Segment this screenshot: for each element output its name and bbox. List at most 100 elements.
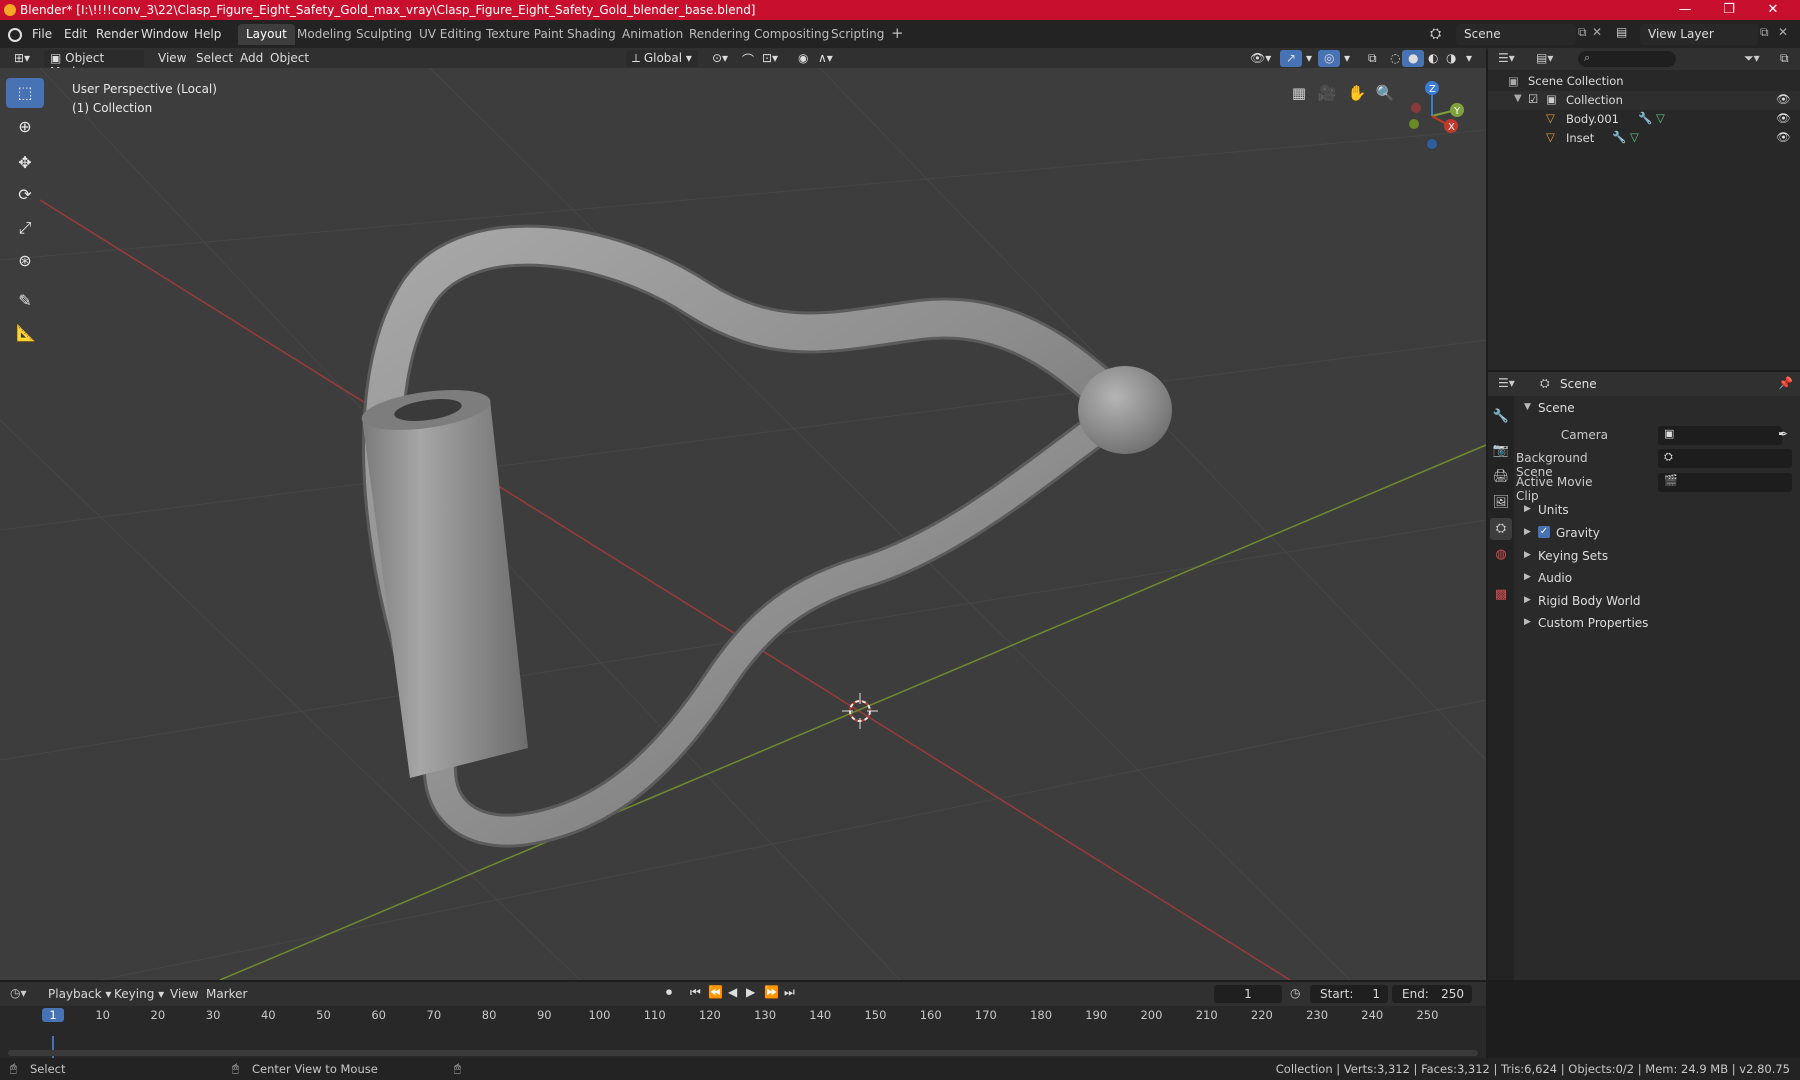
start-frame-field[interactable]: Start: 1 [1310,985,1388,1003]
snap-target-icon[interactable]: ⊡▾ [756,50,784,67]
outliner-row-collection[interactable]: ▼ ☑ ▣ Collection 👁 [1488,91,1800,110]
modifier-wrench-icon[interactable]: 🔧 [1612,130,1626,144]
editor-type-icon[interactable]: ⊞▾ [8,50,36,67]
end-frame-field[interactable]: End: 250 [1392,985,1472,1003]
close-button[interactable]: ✕ [1752,0,1794,20]
zoom-icon[interactable]: 🔍 [1374,82,1396,104]
gizmo-dropdown-icon[interactable]: ▾ [1300,50,1318,67]
filter-icon[interactable]: ⏷▾ [1744,51,1760,66]
new-scene-icon[interactable]: ⧉ [1578,25,1587,40]
outliner-row-body[interactable]: ▽ Body.001 🔧 ▽ 👁 [1488,110,1800,129]
minimize-button[interactable]: — [1664,0,1706,20]
scene-selector[interactable]: Scene [1456,24,1576,45]
selectability-visibility-icon[interactable]: 👁▾ [1244,50,1277,67]
select-box-tool[interactable]: ⬚ [6,78,44,108]
tab-texture-paint[interactable]: Texture Paint [478,24,571,45]
scale-tool[interactable]: ⤢ [6,213,44,243]
jump-end-icon[interactable]: ⏭ [784,985,795,1000]
render-tab-icon[interactable]: 📷 [1490,440,1512,462]
pin-icon[interactable]: 📌 [1778,376,1793,390]
display-mode-icon[interactable]: ▤▾ [1536,51,1553,65]
preview-range-icon[interactable]: ◷ [1290,986,1300,1000]
pivot-point-icon[interactable]: ⊙▾ [706,50,734,67]
active-movie-clip-field[interactable]: 🎬 [1658,473,1792,492]
outliner-row-inset[interactable]: ▽ Inset 🔧 ▽ 👁 [1488,129,1800,148]
cursor-tool[interactable]: ⊕ [6,112,44,142]
add-workspace-button[interactable]: + [883,24,912,45]
falloff-icon[interactable]: ∧▾ [812,50,839,67]
shading-options-icon[interactable]: ▾ [1460,50,1478,67]
properties-editor-type-icon[interactable]: ☰▾ [1498,376,1515,390]
eyedropper-icon[interactable]: ✒ [1778,427,1788,441]
keying-menu[interactable]: Keying ▾ [114,987,164,1001]
scene-icon[interactable]: ⛭ [1430,26,1441,42]
current-frame-field[interactable]: 1 [1214,985,1282,1003]
world-tab-icon[interactable]: ◍ [1490,544,1512,566]
delete-scene-icon[interactable]: ✕ [1592,25,1602,39]
gravity-checkbox[interactable]: ✓ [1538,526,1550,538]
object-menu[interactable]: Object [264,50,315,67]
mesh-data-icon[interactable]: ▽ [1630,130,1639,144]
xray-icon[interactable]: ⧉ [1362,50,1383,67]
menu-render[interactable]: Render [96,27,139,41]
timeline-scrollbar[interactable] [8,1050,1478,1056]
keying-sets-panel-header[interactable]: ▶ Keying Sets [1516,546,1800,568]
gravity-panel-header[interactable]: ▶ ✓ Gravity [1516,523,1800,545]
output-tab-icon[interactable]: 🖨 [1490,466,1512,488]
overlays-dropdown-icon[interactable]: ▾ [1338,50,1356,67]
collection-checkbox-icon[interactable]: ☑ [1528,92,1538,106]
mode-dropdown[interactable]: ▣ Object Mode ▾ [44,50,144,79]
new-view-layer-icon[interactable]: ⧉ [1760,25,1769,40]
scene-panel-header[interactable]: ▼ Scene [1516,398,1800,420]
view-menu[interactable]: View [152,50,192,67]
expand-chevron-icon[interactable]: ▼ [1514,93,1522,104]
pan-hand-icon[interactable]: ✋ [1346,82,1368,104]
tool-settings-tab-icon[interactable]: 🔧 [1490,406,1512,428]
timeline-editor-type-icon[interactable]: ◷▾ [10,986,27,1000]
camera-field[interactable]: ▣ [1658,426,1782,445]
viewport-3d[interactable] [0,68,1486,980]
modifier-wrench-icon[interactable]: 🔧 [1638,111,1652,125]
camera-view-icon[interactable]: 🎥 [1316,82,1338,104]
delete-view-layer-icon[interactable]: ✕ [1778,25,1788,39]
visibility-eye-icon[interactable]: 👁 [1776,92,1791,106]
navigation-gizmo[interactable]: Z Y X [1400,76,1470,156]
tab-animation[interactable]: Animation [614,24,691,45]
menu-window[interactable]: Window [141,27,188,41]
transform-tool[interactable]: ⊛ [6,246,44,276]
menu-file[interactable]: File [32,27,52,41]
outliner-row-scene-collection[interactable]: ▣ Scene Collection [1488,72,1800,91]
move-tool[interactable]: ✥ [6,148,44,178]
marker-menu[interactable]: Marker [206,987,247,1001]
menu-help[interactable]: Help [194,27,221,41]
visibility-eye-icon[interactable]: 👁 [1776,130,1791,144]
visibility-eye-icon[interactable]: 👁 [1776,111,1791,125]
custom-properties-panel-header[interactable]: ▶ Custom Properties [1516,613,1800,635]
rotate-tool[interactable]: ⟳ [6,180,44,210]
new-collection-icon[interactable]: ⧉ [1780,51,1789,66]
jump-keyframe-forward-icon[interactable]: ⏩ [764,985,779,999]
menu-edit[interactable]: Edit [64,27,87,41]
blender-menu-icon[interactable] [8,28,22,42]
outliner-editor-type-icon[interactable]: ☰▾ [1498,51,1515,65]
gizmo-neg-x-handle[interactable] [1411,103,1421,113]
timeline-view-menu[interactable]: View [170,987,198,1001]
tab-sculpting[interactable]: Sculpting [348,24,420,45]
show-gizmo-icon[interactable]: ↗ [1280,50,1303,67]
play-reverse-icon[interactable]: ◀ [728,985,737,999]
texture-tab-icon[interactable]: ▩ [1490,584,1512,606]
record-icon[interactable]: ⏺ [666,985,672,1000]
audio-panel-header[interactable]: ▶ Audio [1516,568,1800,590]
view-layer-icon[interactable]: ▤ [1616,25,1627,39]
view-layer-selector[interactable]: View Layer [1640,24,1758,45]
rigid-body-world-panel-header[interactable]: ▶ Rigid Body World [1516,591,1800,613]
tab-scripting[interactable]: Scripting [823,24,892,45]
gizmo-neg-y-handle[interactable] [1409,119,1419,129]
playback-menu[interactable]: Playback ▾ [48,987,111,1001]
play-icon[interactable]: ▶ [746,985,755,999]
select-menu[interactable]: Select [190,50,239,67]
jump-keyframe-back-icon[interactable]: ⏪ [708,985,723,999]
tab-layout[interactable]: Layout [238,24,295,45]
mesh-data-icon[interactable]: ▽ [1656,111,1665,125]
toggle-grid-icon[interactable]: ▦ [1288,82,1310,104]
